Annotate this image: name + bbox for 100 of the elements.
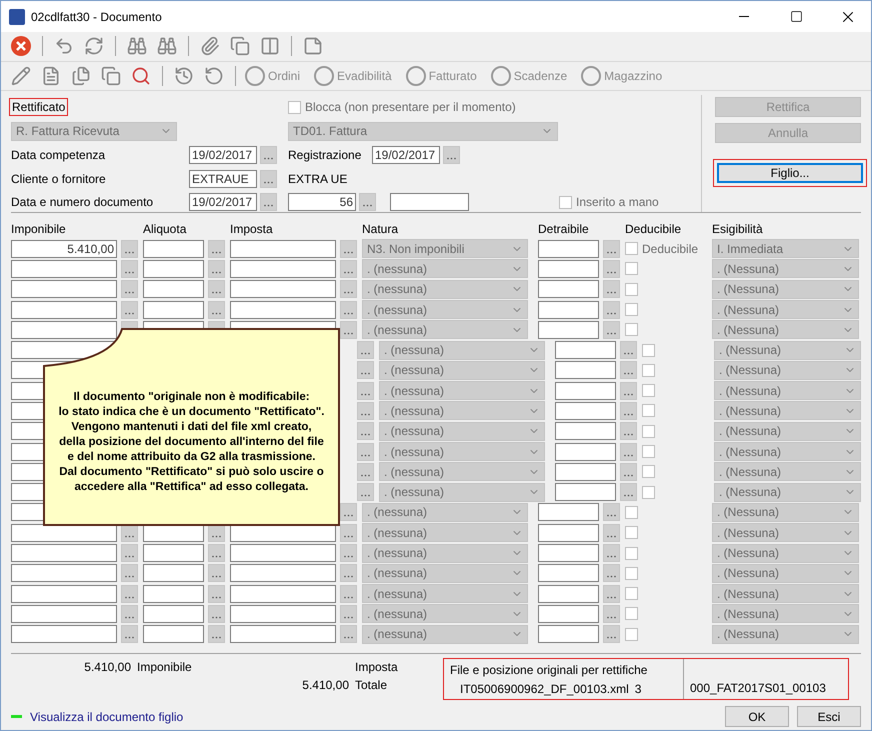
nature-dropdown[interactable]: . (nessuna) [362, 584, 528, 604]
deductible-checkbox[interactable] [642, 465, 655, 478]
date-field[interactable]: 19/02/2017 [189, 193, 257, 212]
rate-field[interactable] [143, 604, 204, 623]
deductible-checkbox[interactable] [625, 607, 638, 620]
deductible-checkbox[interactable] [625, 566, 638, 580]
nature-dropdown[interactable]: . (nessuna) [362, 259, 528, 278]
nature-dropdown[interactable]: . (nessuna) [379, 381, 545, 400]
date-field[interactable]: 19/02/2017 [372, 146, 440, 164]
deductible-field[interactable] [538, 240, 599, 258]
close-icon[interactable] [9, 34, 33, 58]
payability-dropdown[interactable]: . (Nessuna) [712, 584, 859, 604]
deductible-field[interactable] [538, 584, 599, 603]
rate-field[interactable] [143, 280, 204, 298]
deductible-field[interactable] [538, 544, 599, 562]
tax-field[interactable] [230, 625, 336, 644]
rate-field[interactable] [143, 300, 204, 318]
nature-dropdown[interactable]: . (nessuna) [379, 340, 545, 360]
tax-field[interactable] [230, 604, 336, 623]
action-button[interactable]: Figlio... [717, 163, 863, 184]
amount-field[interactable] [11, 300, 117, 318]
deductible-field[interactable] [555, 341, 616, 360]
document-type-dropdown[interactable]: TD01. Fattura [288, 122, 558, 140]
tax-field[interactable] [230, 300, 336, 318]
deductible-field[interactable] [538, 280, 599, 298]
deductible-checkbox[interactable] [642, 404, 655, 418]
deductible-field[interactable] [555, 442, 616, 461]
deductible-checkbox[interactable] [625, 546, 638, 560]
nature-dropdown[interactable]: . (nessuna) [379, 360, 545, 380]
rate-field[interactable] [143, 260, 204, 278]
deductible-checkbox[interactable] [642, 364, 655, 377]
deductible-field[interactable] [538, 320, 599, 339]
deductible-field[interactable] [538, 503, 599, 522]
amount-field[interactable]: 5.410,00 [11, 240, 117, 258]
tax-field[interactable] [230, 564, 336, 582]
payability-dropdown[interactable]: . (Nessuna) [712, 259, 859, 278]
deductible-field[interactable] [538, 564, 599, 582]
amount-field[interactable] [11, 280, 117, 298]
rate-field[interactable] [143, 544, 204, 562]
deductible-checkbox[interactable] [625, 526, 638, 540]
amount-field[interactable] [11, 625, 117, 644]
amount-field[interactable] [11, 260, 117, 278]
deductible-checkbox[interactable] [642, 486, 655, 499]
payability-dropdown[interactable]: . (Nessuna) [712, 564, 859, 583]
nature-dropdown[interactable]: . (nessuna) [362, 320, 528, 340]
rate-field[interactable] [143, 625, 204, 644]
payability-dropdown[interactable]: . (Nessuna) [714, 340, 861, 360]
tax-field[interactable] [230, 240, 336, 258]
date-field[interactable]: 19/02/2017 [189, 146, 257, 164]
nature-dropdown[interactable]: . (nessuna) [379, 401, 545, 420]
amount-field[interactable] [11, 320, 117, 339]
nature-dropdown[interactable]: . (nessuna) [379, 422, 545, 441]
payability-dropdown[interactable]: . (Nessuna) [714, 442, 861, 462]
deductible-field[interactable] [555, 462, 616, 481]
payability-dropdown[interactable]: . (Nessuna) [712, 320, 859, 340]
amount-field[interactable] [11, 604, 117, 623]
payability-dropdown[interactable]: . (Nessuna) [714, 360, 861, 380]
deductible-field[interactable] [538, 300, 599, 318]
nature-dropdown[interactable]: . (nessuna) [379, 462, 545, 482]
rate-field[interactable] [143, 584, 204, 603]
amount-field[interactable] [11, 584, 117, 603]
deductible-checkbox[interactable] [642, 424, 655, 438]
deductible-checkbox[interactable] [625, 506, 638, 519]
deductible-checkbox[interactable] [625, 282, 638, 296]
amount-field[interactable] [11, 544, 117, 562]
payability-dropdown[interactable]: . (Nessuna) [712, 300, 859, 319]
nature-dropdown[interactable]: . (nessuna) [362, 544, 528, 563]
deductible-field[interactable] [538, 604, 599, 623]
nature-dropdown[interactable]: . (nessuna) [362, 564, 528, 583]
deductible-field[interactable] [555, 361, 616, 380]
deductible-checkbox[interactable] [642, 384, 655, 398]
deductible-field[interactable] [538, 625, 599, 644]
nature-dropdown[interactable]: . (nessuna) [362, 624, 528, 644]
payability-dropdown[interactable]: . (Nessuna) [714, 401, 861, 420]
rate-field[interactable] [143, 240, 204, 258]
tax-field[interactable] [230, 584, 336, 603]
payability-dropdown[interactable]: . (Nessuna) [712, 544, 859, 563]
payability-dropdown[interactable]: . (Nessuna) [714, 381, 861, 400]
payability-dropdown[interactable]: . (Nessuna) [714, 462, 861, 482]
nature-dropdown[interactable]: N3. Non imponibili [362, 239, 528, 258]
nature-dropdown[interactable]: . (nessuna) [362, 502, 528, 522]
tax-field[interactable] [230, 280, 336, 298]
deductible-checkbox[interactable] [642, 445, 655, 458]
payability-dropdown[interactable]: . (Nessuna) [712, 502, 859, 522]
tax-field[interactable] [230, 544, 336, 562]
number-field[interactable]: 56 [288, 193, 356, 212]
payability-dropdown[interactable]: . (Nessuna) [712, 624, 859, 644]
nature-dropdown[interactable]: . (nessuna) [379, 442, 545, 462]
tax-field[interactable] [230, 260, 336, 278]
deductible-field[interactable] [555, 382, 616, 400]
customer-code-field[interactable]: EXTRAUE [189, 170, 257, 188]
dialog-button[interactable]: Esci [797, 706, 861, 728]
payability-dropdown[interactable]: . (Nessuna) [712, 604, 859, 624]
payability-dropdown[interactable]: . (Nessuna) [712, 523, 859, 542]
payability-dropdown[interactable]: . (Nessuna) [712, 280, 859, 299]
rate-field[interactable] [143, 564, 204, 582]
deductible-checkbox[interactable] [625, 242, 638, 256]
type-dropdown[interactable]: R. Fattura Ricevuta [11, 122, 177, 140]
deductible-field[interactable] [538, 260, 599, 278]
payability-dropdown[interactable]: I. Immediata [712, 239, 859, 258]
